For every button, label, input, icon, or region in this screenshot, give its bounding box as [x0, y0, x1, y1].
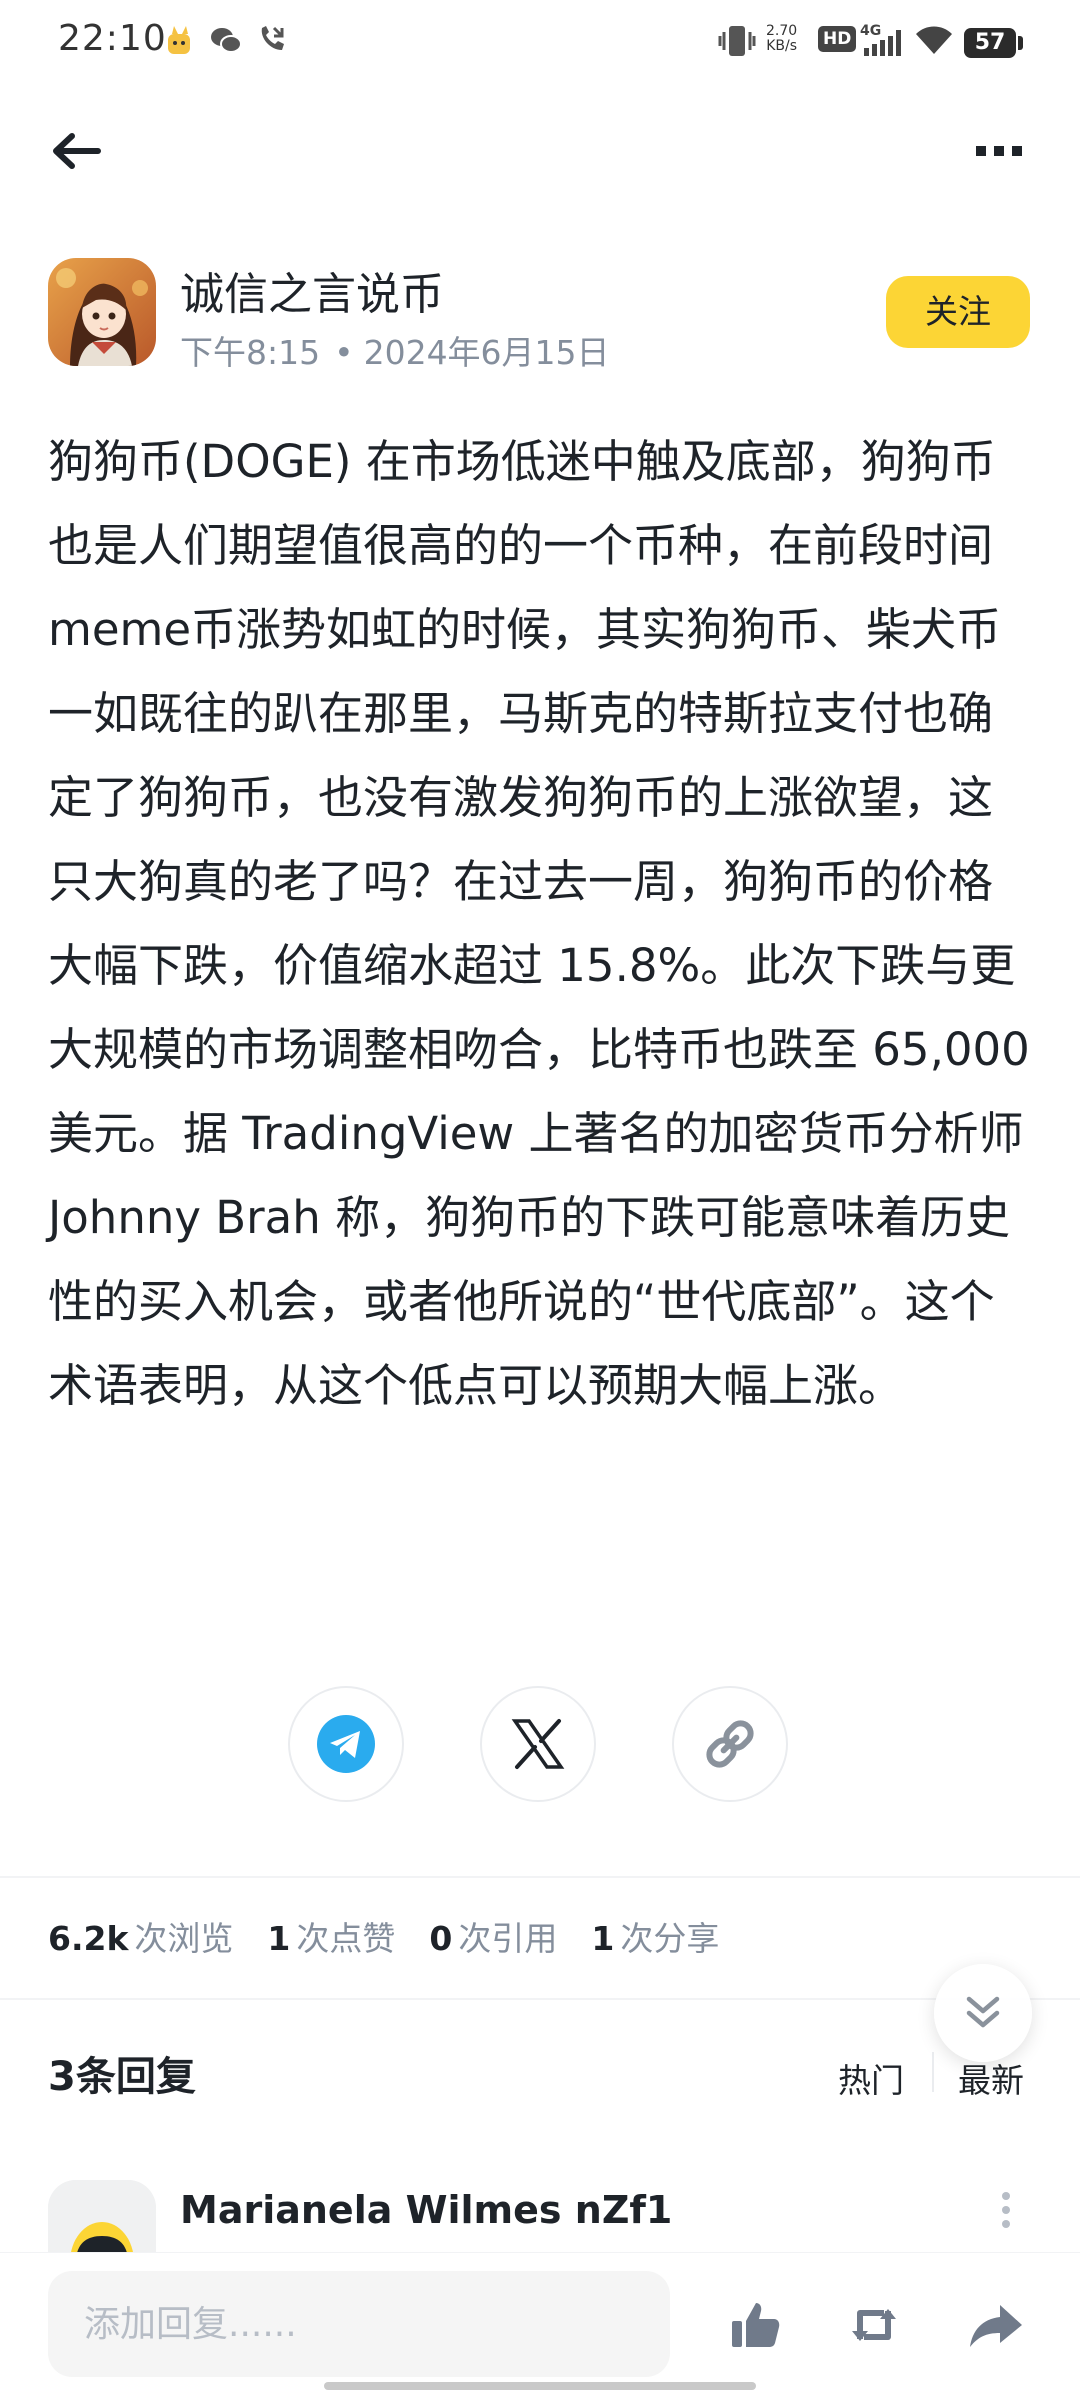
divider-bottom	[0, 1998, 1080, 2000]
reply-input[interactable]	[48, 2271, 670, 2377]
link-icon	[706, 1720, 754, 1768]
thumbs-up-icon	[732, 2303, 780, 2347]
more-vertical-icon	[1002, 2192, 1010, 2228]
wechat-icon	[210, 26, 242, 58]
meta-separator: •	[334, 333, 354, 372]
views-label: 次浏览	[134, 1919, 234, 1958]
replies-title: 3条回复	[48, 2054, 196, 2100]
share-button[interactable]	[966, 2295, 1026, 2355]
views-stat: 6.2k 次浏览	[48, 1912, 233, 1960]
shares-label: 次分享	[620, 1919, 720, 1958]
more-options-button[interactable]	[970, 128, 1030, 172]
post-date: 2024年6月15日	[363, 333, 610, 372]
likes-stat[interactable]: 1 次点赞	[267, 1912, 395, 1960]
battery-indicator: 57	[964, 28, 1016, 58]
x-icon	[511, 1719, 565, 1769]
network-speed: 2.70 KB/s	[766, 24, 797, 54]
views-count: 6.2k	[48, 1919, 129, 1958]
share-arrow-icon	[970, 2305, 1022, 2347]
repost-icon	[852, 2309, 896, 2341]
likes-count: 1	[267, 1919, 291, 1958]
scroll-to-comments-button[interactable]	[934, 1964, 1032, 2062]
quotes-stat[interactable]: 0 次引用	[429, 1912, 557, 1960]
network-speed-unit: KB/s	[766, 38, 797, 54]
repost-button[interactable]	[844, 2295, 904, 2355]
home-indicator	[324, 2382, 756, 2390]
likes-label: 次点赞	[296, 1919, 396, 1958]
network-speed-value: 2.70	[766, 23, 798, 39]
vibrate-icon	[718, 24, 756, 62]
quotes-count: 0	[429, 1919, 453, 1958]
avatar-image-icon	[48, 258, 156, 366]
back-button[interactable]	[48, 126, 104, 176]
sort-hot-tab[interactable]: 热门	[838, 2054, 904, 2102]
follow-button[interactable]: 关注	[886, 276, 1030, 348]
double-chevron-down-icon	[966, 1996, 1000, 2028]
share-x-button[interactable]	[480, 1686, 596, 1802]
like-button[interactable]	[726, 2295, 786, 2355]
author-name[interactable]: 诚信之言说币	[180, 258, 444, 322]
sort-separator	[932, 2052, 934, 2092]
hd-label: HD	[818, 26, 857, 52]
quotes-label: 次引用	[458, 1919, 558, 1958]
shares-stat[interactable]: 1 次分享	[591, 1912, 719, 1960]
wifi-icon	[914, 24, 954, 60]
divider-top	[0, 1876, 1080, 1878]
battery-tip	[1018, 36, 1023, 50]
copy-link-button[interactable]	[672, 1686, 788, 1802]
reply-more-button[interactable]	[994, 2186, 1018, 2236]
bottom-action-bar	[0, 2252, 1080, 2401]
post-meta: 下午8:15 • 2024年6月15日	[180, 326, 610, 374]
author-avatar[interactable]	[48, 258, 156, 366]
network-type: 4G	[860, 23, 881, 39]
telegram-icon	[317, 1715, 375, 1773]
missed-call-icon	[256, 24, 288, 60]
post-time: 下午8:15	[180, 333, 321, 372]
arrow-left-icon	[53, 133, 101, 169]
reply-author-name[interactable]: Marianela Wilmes nZf1	[180, 2188, 672, 2232]
article-body: 狗狗币(DOGE) 在市场低迷中触及底部，狗狗币也是人们期望值很高的的一个币种，…	[48, 435, 1030, 1412]
top-navigation	[0, 110, 1080, 190]
notification-app-icon	[164, 24, 194, 60]
status-bar: 22:10 2.70 KB/s HD 4G 57	[0, 0, 1080, 80]
status-time: 22:10	[58, 18, 167, 59]
shares-count: 1	[591, 1919, 615, 1958]
more-horizontal-icon	[976, 146, 1022, 156]
share-telegram-button[interactable]	[288, 1686, 404, 1802]
hd-icon: HD	[818, 26, 857, 52]
signal-icon: 4G	[860, 22, 904, 62]
post-stats: 6.2k 次浏览 1 次点赞 0 次引用 1 次分享	[48, 1912, 719, 1960]
